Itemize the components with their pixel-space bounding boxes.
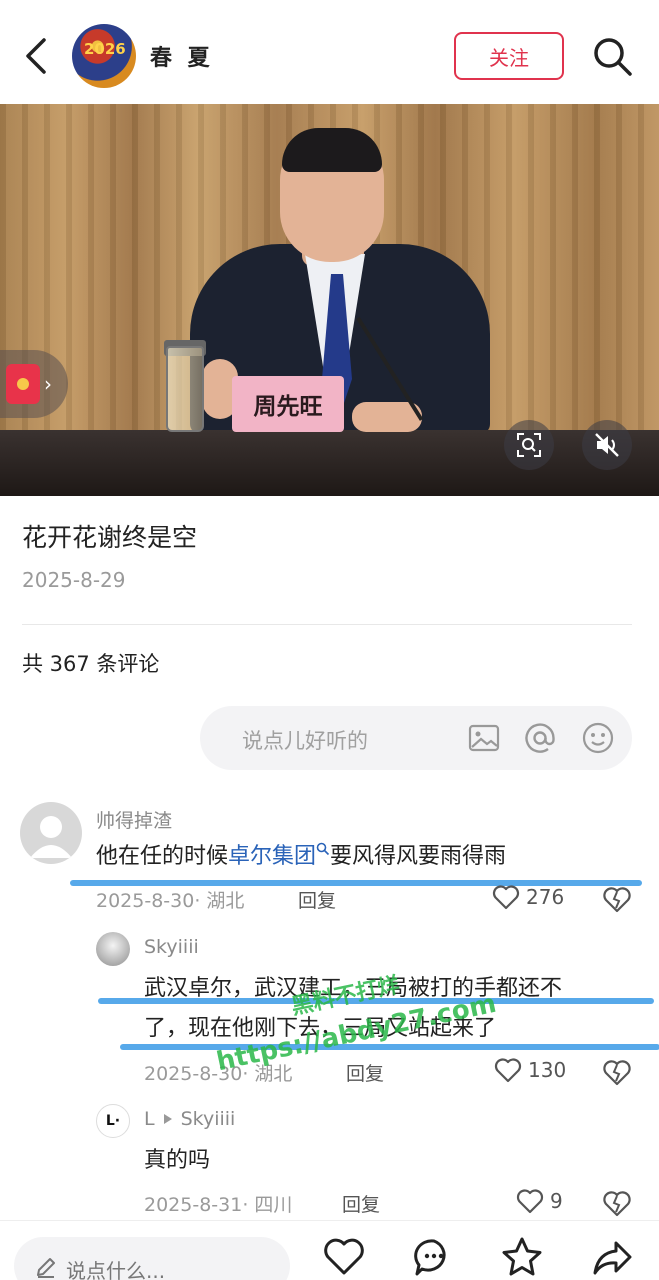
nameplate: 周先旺	[232, 376, 344, 432]
at-icon[interactable]	[522, 720, 558, 756]
avatar-letter: L·	[105, 1113, 121, 1129]
red-envelope-button[interactable]: ›	[0, 350, 68, 418]
search-icon[interactable]	[592, 36, 634, 78]
like-count: 130	[528, 1058, 567, 1082]
pen-icon	[37, 1258, 55, 1278]
top-bar: 2026 春 夏 关注	[0, 0, 659, 104]
person-hair	[282, 128, 382, 172]
chevron-right-icon: ›	[44, 372, 52, 396]
conference-table	[0, 430, 659, 496]
search-link[interactable]: 卓尔集团	[228, 844, 316, 869]
default-avatar-icon	[30, 816, 72, 858]
comment-meta: 2025-8-30· 湖北	[96, 890, 245, 912]
highlight-scribble	[120, 1044, 659, 1050]
comment-icon[interactable]	[412, 1235, 456, 1279]
red-envelope-icon	[6, 364, 40, 404]
share-icon[interactable]	[590, 1235, 634, 1279]
heart-icon	[494, 1058, 522, 1083]
post-image[interactable]: 周先旺 ›	[0, 104, 659, 496]
bottom-comment-input[interactable]: 说点什么...	[14, 1237, 290, 1280]
commenter-avatar[interactable]: L·	[96, 1104, 130, 1138]
divider	[22, 624, 632, 625]
commenter-name[interactable]: L	[144, 1108, 155, 1130]
back-icon[interactable]	[20, 36, 56, 76]
dislike-icon[interactable]	[602, 1188, 632, 1218]
dislike-icon[interactable]	[602, 884, 632, 914]
mute-button[interactable]	[582, 420, 632, 470]
reply-button[interactable]: 回复	[298, 886, 336, 913]
heart-icon[interactable]	[322, 1235, 366, 1279]
image-icon[interactable]	[466, 720, 502, 756]
bottom-input-placeholder: 说点什么...	[66, 1259, 166, 1280]
avatar-year-text: 2026	[84, 40, 126, 58]
comment-count: 共 367 条评论	[22, 652, 160, 676]
commenter-name[interactable]: Skyiiii	[144, 936, 199, 958]
reply-arrow-icon	[163, 1114, 172, 1124]
comment-input[interactable]: 说点儿好听的	[200, 706, 632, 770]
like-button[interactable]: 276	[492, 884, 564, 910]
comment-text-part: 要风得风要雨得雨	[330, 844, 507, 869]
heart-icon	[516, 1189, 544, 1214]
like-button[interactable]: 9	[516, 1188, 563, 1214]
comment-text: 真的吗	[144, 1148, 211, 1173]
post-date: 2025-8-29	[22, 568, 126, 592]
emoji-icon[interactable]	[580, 720, 616, 756]
dislike-icon[interactable]	[602, 1057, 632, 1087]
ocr-icon	[517, 433, 541, 457]
star-icon[interactable]	[500, 1235, 544, 1279]
comment-meta: 2025-8-31· 四川	[144, 1194, 293, 1216]
comment-text: 他在任的时候卓尔集团 要风得风要雨得雨	[96, 838, 506, 876]
reply-button[interactable]: 回复	[346, 1059, 384, 1086]
author-name[interactable]: 春 夏	[150, 40, 214, 72]
tea-glass	[166, 346, 204, 432]
commenter-name[interactable]: 帅得掉渣	[96, 806, 172, 833]
like-count: 9	[550, 1189, 563, 1213]
reply-target-name[interactable]: Skyiiii	[181, 1108, 236, 1130]
post-title: 花开花谢终是空	[22, 523, 198, 552]
follow-button[interactable]: 关注	[454, 32, 564, 80]
author-avatar[interactable]: 2026	[72, 24, 136, 88]
heart-icon	[492, 885, 520, 910]
commenter-avatar[interactable]	[20, 802, 82, 864]
comment-text-part: 他在任的时候	[96, 844, 229, 869]
commenter-avatar[interactable]	[96, 932, 130, 966]
like-count: 276	[526, 885, 565, 909]
like-button[interactable]: 130	[494, 1057, 566, 1083]
bottom-action-bar: 说点什么...	[0, 1220, 659, 1280]
ocr-button[interactable]	[504, 420, 554, 470]
reply-button[interactable]: 回复	[342, 1190, 380, 1217]
comment-input-placeholder: 说点儿好听的	[242, 729, 368, 753]
reply-header: L Skyiiii	[144, 1108, 235, 1130]
search-link-icon[interactable]	[316, 842, 330, 856]
mute-icon	[595, 433, 619, 457]
